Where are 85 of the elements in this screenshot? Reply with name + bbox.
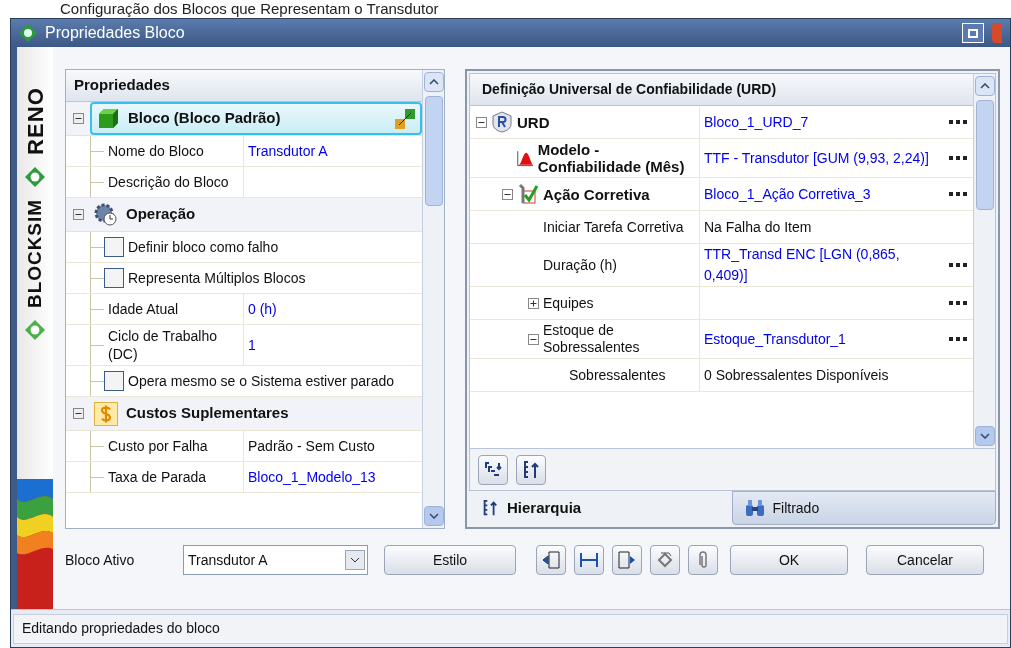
tree-node-label[interactable]: Iniciar Tarefa Corretiva <box>543 218 684 236</box>
figure-caption: Configuração dos Blocos que Representam o Transdutor <box>59 0 440 18</box>
expand-icon[interactable] <box>528 297 539 309</box>
view-tab[interactable]: Filtrado <box>731 491 996 525</box>
binoculars-icon <box>744 499 765 517</box>
more-button[interactable] <box>949 336 969 342</box>
more-button[interactable] <box>949 191 969 197</box>
maximize-button[interactable] <box>962 23 984 43</box>
category-label: Custos Suplementares <box>126 403 289 424</box>
active-block-label: Bloco Ativo <box>65 550 136 570</box>
property-value: Padrão - Sem Custo <box>248 436 375 456</box>
property-value: Bloco_1_Modelo_13 <box>248 467 376 487</box>
more-button[interactable] <box>949 300 969 306</box>
collapse-icon[interactable] <box>502 188 513 200</box>
property-value: 0 (h) <box>248 299 277 319</box>
hierarchy-icon <box>481 499 499 517</box>
checkbox[interactable] <box>104 371 124 391</box>
collapse-icon[interactable] <box>528 333 539 345</box>
checkbox-label: Definir bloco como falho <box>128 238 279 256</box>
collapse-all-icon[interactable] <box>516 454 546 485</box>
category-row[interactable]: Bloco (Bloco Padrão) <box>90 102 422 135</box>
panel-header: Definição Universal de Confiabilidade (URD) <box>470 74 973 106</box>
category-label: Bloco (Bloco Padrão) <box>128 108 281 129</box>
brand-logo-icon <box>25 166 45 187</box>
gear-clock-icon <box>94 202 118 227</box>
collapse-icon[interactable] <box>72 408 84 419</box>
property-label: Ciclo de Trabalho (DC) <box>108 327 218 363</box>
collapse-icon[interactable] <box>72 209 84 220</box>
checkbox-label: Opera mesmo se o Sistema estiver parado <box>128 372 395 390</box>
collapse-icon[interactable] <box>72 113 84 124</box>
paperclip-icon[interactable] <box>688 545 718 575</box>
dollar-icon <box>94 401 118 426</box>
checkbox[interactable] <box>104 237 124 257</box>
status-text: Editando propriedades do bloco <box>13 613 1008 644</box>
tree-node-label[interactable]: Estoque de Sobressalentes <box>543 322 699 356</box>
property-value: 1 <box>248 335 256 355</box>
node-value: TTR_Transd ENC [LGN (0,865, 0,409)] <box>704 246 900 283</box>
property-label: Custo por Falha <box>108 437 208 455</box>
cube-icon <box>96 106 120 131</box>
align-left-icon[interactable] <box>536 545 566 575</box>
distribute-icon[interactable] <box>574 545 604 575</box>
brand-logo-icon <box>25 319 45 340</box>
wrench-check-icon <box>517 183 539 205</box>
scroll-thumb[interactable] <box>424 96 443 206</box>
more-button[interactable] <box>949 119 969 125</box>
property-label: Taxa de Parada <box>108 468 207 486</box>
property-label: Nome do Bloco <box>108 142 204 160</box>
property-label: Descrição do Bloco <box>108 173 229 191</box>
shield-r-icon <box>491 111 513 133</box>
ok-button[interactable]: OK <box>730 545 848 575</box>
active-block-select[interactable]: Transdutor A <box>183 545 368 575</box>
collapse-icon[interactable] <box>476 116 487 128</box>
tree-node-label[interactable]: Duração (h) <box>543 256 617 274</box>
window-title: Propriedades Bloco <box>45 23 185 43</box>
tree-node-label[interactable]: Sobressalentes <box>569 366 666 384</box>
brand-company: RENO <box>21 87 49 155</box>
rotate-icon[interactable] <box>650 545 680 575</box>
resize-arrows-icon[interactable] <box>394 107 416 130</box>
align-right-icon[interactable] <box>612 545 642 575</box>
checkbox-label: Representa Múltiplos Blocos <box>128 269 306 287</box>
node-value: TTF - Transdutor [GUM (9,93, 2,24)] <box>704 149 929 166</box>
cancel-button[interactable]: Cancelar <box>866 545 984 575</box>
tree-node-label[interactable]: Ação Corretiva <box>543 185 650 203</box>
node-value: Estoque_Transdutor_1 <box>704 330 846 347</box>
checkbox[interactable] <box>104 268 124 288</box>
category-label: Operação <box>126 204 196 225</box>
node-value: Na Falha do Item <box>704 218 812 235</box>
more-button[interactable] <box>949 262 969 268</box>
tree-node-label[interactable]: Equipes <box>543 294 594 312</box>
expand-all-icon[interactable] <box>478 454 508 485</box>
app-logo-icon <box>19 24 37 42</box>
scroll-thumb[interactable] <box>975 100 994 210</box>
panel-header: Propriedades <box>66 70 422 102</box>
scrollbar[interactable] <box>422 70 444 528</box>
tree-node-label[interactable]: Modelo - Confiabilidade (Mês) <box>537 141 699 175</box>
node-value: 0 Sobressalentes Disponíveis <box>704 366 889 383</box>
more-button[interactable] <box>949 155 969 161</box>
brand-product: BLOCKSIM <box>22 198 46 308</box>
property-label: Idade Atual <box>108 300 179 318</box>
scrollbar[interactable] <box>973 74 995 448</box>
node-value: Bloco_1_Ação Corretiva_3 <box>704 185 871 202</box>
tree-node-label[interactable]: URD <box>517 113 550 131</box>
style-button[interactable]: Estilo <box>384 545 516 575</box>
node-value: Bloco_1_URD_7 <box>704 113 809 130</box>
property-value: Transdutor A <box>248 141 328 161</box>
